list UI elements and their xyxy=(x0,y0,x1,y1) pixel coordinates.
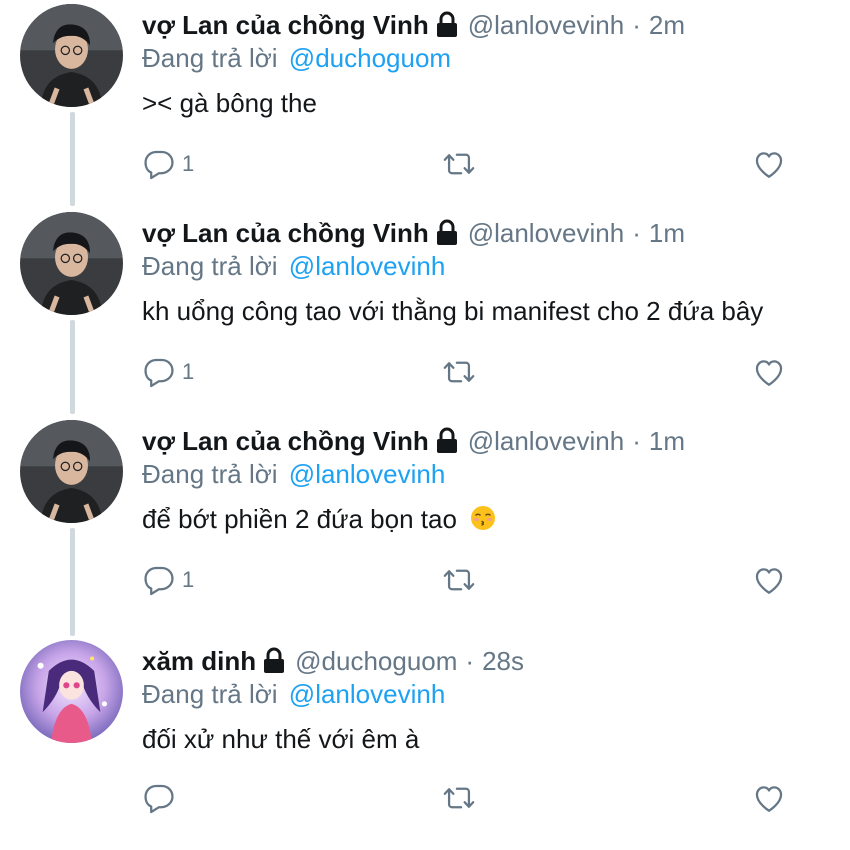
replying-to: Đang trả lời @lanlovevinh xyxy=(142,673,445,715)
avatar-boy-image xyxy=(20,212,123,315)
avatar[interactable] xyxy=(20,212,123,315)
replying-to: Đang trả lời @duchoguom xyxy=(142,37,451,79)
timestamp[interactable]: 2m xyxy=(649,4,685,46)
tweet[interactable]: xăm dinh @duchoguom · 28s Đang trả lời @… xyxy=(0,640,850,850)
tweet[interactable]: vợ Lan của chồng Vinh @lanlovevinh · 1m … xyxy=(0,420,850,630)
like-button[interactable] xyxy=(752,558,786,602)
retweet-icon xyxy=(443,569,475,591)
like-icon xyxy=(755,786,783,812)
avatar-boy-image xyxy=(20,4,123,107)
reply-icon xyxy=(144,784,174,814)
tweet[interactable]: vợ Lan của chồng Vinh @lanlovevinh · 1m … xyxy=(0,212,850,422)
reply-icon xyxy=(144,358,174,388)
mention-link[interactable]: @lanlovevinh xyxy=(289,459,445,489)
retweet-button[interactable] xyxy=(442,350,476,394)
lock-icon xyxy=(434,9,460,37)
tweet[interactable]: vợ Lan của chồng Vinh @lanlovevinh · 2m … xyxy=(0,4,850,214)
tweet-text-content: để bớt phiền 2 đứa bọn tao xyxy=(142,504,457,534)
separator: · xyxy=(632,218,641,248)
retweet-button[interactable] xyxy=(442,142,476,186)
replying-to: Đang trả lời @lanlovevinh xyxy=(142,245,445,287)
reply-count: 1 xyxy=(182,359,195,384)
tweet-actions: 1 xyxy=(142,142,822,186)
tweet-text: kh uổng công tao với thằng bi manifest c… xyxy=(142,296,764,326)
tweet-text: đối xử như thế với êm à xyxy=(142,724,420,754)
retweet-icon xyxy=(443,361,475,383)
replying-to-label: Đang trả lời xyxy=(142,251,278,281)
like-icon xyxy=(755,152,783,178)
replying-to-label: Đang trả lời xyxy=(142,43,278,73)
reply-button[interactable]: 1 xyxy=(142,142,194,186)
reply-icon xyxy=(144,566,174,596)
retweet-icon xyxy=(443,153,475,175)
reply-icon xyxy=(144,150,174,180)
separator: · xyxy=(632,10,641,40)
lock-icon xyxy=(434,425,460,453)
reply-button[interactable]: 1 xyxy=(142,558,194,602)
replying-to-label: Đang trả lời xyxy=(142,459,278,489)
tweet-text: >< gà bông the xyxy=(142,88,317,118)
like-icon xyxy=(755,360,783,386)
replying-to-label: Đang trả lời xyxy=(142,679,278,709)
tweet-actions: 1 xyxy=(142,558,822,602)
like-button[interactable] xyxy=(752,350,786,394)
avatar[interactable] xyxy=(20,4,123,107)
timestamp[interactable]: 1m xyxy=(649,420,685,462)
lock-icon xyxy=(261,645,287,673)
avatar-anime-image xyxy=(20,640,123,743)
separator: · xyxy=(465,646,475,676)
reply-count: 1 xyxy=(182,151,195,176)
reply-button[interactable]: 1 xyxy=(142,350,194,394)
mention-link[interactable]: @duchoguom xyxy=(289,43,451,73)
reply-button[interactable] xyxy=(142,776,182,820)
replying-to: Đang trả lời @lanlovevinh xyxy=(142,453,445,495)
like-icon xyxy=(755,568,783,594)
avatar[interactable] xyxy=(20,420,123,523)
tweet-actions xyxy=(142,776,822,820)
mention-link[interactable]: @lanlovevinh xyxy=(289,251,445,281)
retweet-button[interactable] xyxy=(442,558,476,602)
handle[interactable]: @lanlovevinh xyxy=(468,4,624,46)
timestamp[interactable]: 1m xyxy=(649,212,685,254)
separator: · xyxy=(632,426,641,456)
handle[interactable]: @lanlovevinh xyxy=(468,212,624,254)
kissing-face-emoji xyxy=(471,506,496,530)
tweet-actions: 1 xyxy=(142,350,822,394)
retweet-button[interactable] xyxy=(442,776,476,820)
like-button[interactable] xyxy=(752,776,786,820)
retweet-icon xyxy=(443,787,475,809)
handle[interactable]: @lanlovevinh xyxy=(468,420,624,462)
avatar[interactable] xyxy=(20,640,123,743)
like-button[interactable] xyxy=(752,142,786,186)
timestamp[interactable]: 28s xyxy=(482,640,524,682)
mention-link[interactable]: @lanlovevinh xyxy=(289,679,445,709)
lock-icon xyxy=(434,217,460,245)
tweet-text: để bớt phiền 2 đứa bọn tao xyxy=(142,498,496,540)
avatar-boy-image xyxy=(20,420,123,523)
reply-count: 1 xyxy=(182,567,195,592)
